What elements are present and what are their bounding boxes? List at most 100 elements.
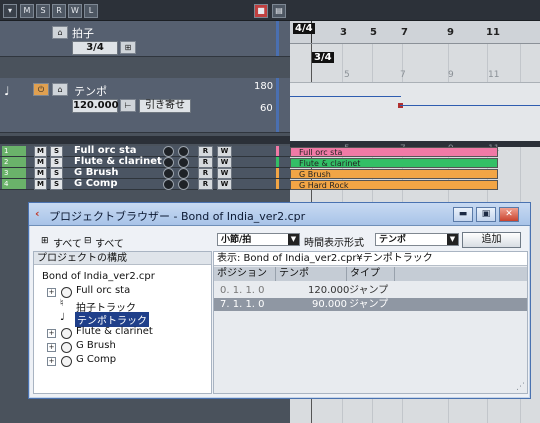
expand-icon[interactable]: +	[47, 329, 56, 338]
expand-all-icon[interactable]: ⊞	[41, 236, 49, 246]
power-icon[interactable]: ⏻	[33, 83, 49, 96]
track-select[interactable]: テンポ ▼	[375, 233, 459, 246]
solo-button[interactable]: S	[50, 179, 63, 190]
cell-tempo: 90.000	[312, 299, 347, 310]
track-select-value: テンポ	[379, 235, 407, 245]
column-header-position[interactable]: ポジション	[214, 267, 276, 281]
tree-item[interactable]: G Comp	[76, 354, 116, 365]
close-button[interactable]: ✕	[499, 207, 519, 222]
monitor-icon[interactable]	[163, 157, 174, 168]
monitor-icon[interactable]	[163, 168, 174, 179]
expand-icon[interactable]: +	[47, 343, 56, 352]
audio-track[interactable]: 3 M S G Brush R W	[0, 167, 290, 179]
record-icon[interactable]	[178, 157, 189, 168]
audio-track-icon	[61, 342, 72, 353]
lock-icon[interactable]: ⌂	[52, 26, 68, 39]
signature-track[interactable]: ⌂ 拍子 3/4 ⊞	[0, 21, 290, 57]
tempo-scale-min: 60	[260, 103, 273, 114]
clip-g-hard-rock[interactable]: G Hard Rock	[290, 180, 498, 190]
column-header-tempo[interactable]: テンポ	[276, 267, 347, 281]
signature-edit-icon[interactable]: ⊞	[120, 41, 136, 54]
read-button[interactable]: R	[198, 146, 213, 157]
audio-track[interactable]: 2 M S Flute & clarinet R W	[0, 156, 290, 168]
signature-event[interactable]: 3/4	[312, 52, 334, 63]
clip-flute[interactable]: Flute & clarinet	[290, 158, 498, 168]
grid-label: 5	[344, 70, 350, 80]
expand-icon[interactable]: +	[47, 357, 56, 366]
record-icon[interactable]	[178, 179, 189, 190]
write-button[interactable]: W	[217, 157, 232, 168]
color-icon[interactable]: ■	[254, 4, 268, 18]
write-button[interactable]: W	[217, 179, 232, 190]
maximize-button[interactable]: ▣	[476, 207, 496, 222]
monitor-icon[interactable]	[163, 146, 174, 157]
snap-button[interactable]: 引き寄せ	[139, 99, 191, 113]
collapse-all-label[interactable]: すべて	[95, 235, 124, 250]
tempo-line	[290, 96, 401, 97]
record-icon[interactable]	[178, 168, 189, 179]
tree-item[interactable]: Full orc sta	[76, 285, 130, 296]
tree-item-selected[interactable]: テンポトラック	[75, 312, 149, 327]
track-number: 3	[2, 168, 26, 178]
collapse-icon[interactable]: ▾	[3, 4, 17, 18]
cell-type: ジャンプ	[349, 299, 389, 310]
ruler[interactable]: 3 5 7 9 11 4/4	[290, 21, 540, 44]
signature-value[interactable]: 3/4	[72, 41, 118, 55]
signature-locator[interactable]: 4/4	[293, 23, 315, 34]
audio-track-icon	[61, 356, 72, 367]
mute-button[interactable]: M	[34, 157, 47, 168]
cell-type: ジャンプ	[349, 285, 389, 296]
audio-track[interactable]: 4 M S G Comp R W	[0, 178, 290, 190]
column-header-type[interactable]: タイプ	[347, 267, 395, 281]
unit-select-value: 小節/拍	[221, 235, 252, 245]
clip-g-brush[interactable]: G Brush	[290, 169, 498, 179]
table-row[interactable]: 0. 1. 1. 0 120.000 ジャンプ	[214, 284, 527, 297]
write-button[interactable]: W	[217, 168, 232, 179]
tree-item[interactable]: G Brush	[76, 340, 116, 351]
unit-select[interactable]: 小節/拍 ▼	[217, 233, 300, 246]
solo-all-button[interactable]: S	[36, 4, 50, 18]
cell-position: 0. 1. 1. 0	[220, 285, 265, 296]
tempo-ruler-icon[interactable]: ⊢	[120, 99, 136, 112]
mute-button[interactable]: M	[34, 168, 47, 179]
signature-track-name: 拍子	[72, 27, 94, 40]
resize-grip-icon[interactable]: ⋰	[516, 382, 525, 392]
record-icon[interactable]	[178, 146, 189, 157]
tempo-value[interactable]: 120.000	[72, 99, 119, 113]
ruler-tick: 3	[340, 27, 347, 38]
tempo-lane[interactable]	[290, 82, 540, 144]
minimize-button[interactable]: ▬	[453, 207, 473, 222]
settings-icon[interactable]: ▤	[272, 4, 286, 18]
tempo-track[interactable]: ♩ ⏻ ⌂ テンポ 120.000 ⊢ 引き寄せ 180 60	[0, 78, 290, 133]
expand-all-label[interactable]: すべて	[53, 235, 82, 250]
mute-all-button[interactable]: M	[20, 4, 34, 18]
mute-button[interactable]: M	[34, 146, 47, 157]
event-list: 表示: Bond of India_ver2.cpr¥テンポトラック ポジション…	[213, 251, 528, 394]
write-all-button[interactable]: W	[68, 4, 82, 18]
dialog-title-bar[interactable]: ‹ プロジェクトブラウザー - Bond of India_ver2.cpr ▬…	[29, 203, 530, 226]
app-icon: ‹	[35, 207, 40, 220]
track-number: 1	[2, 146, 26, 156]
read-all-button[interactable]: R	[52, 4, 66, 18]
table-row-selected[interactable]: 7. 1. 1. 0 90.000 ジャンプ	[214, 298, 527, 311]
lock-button[interactable]: L	[84, 4, 98, 18]
clip-full-orc[interactable]: Full orc sta	[290, 147, 498, 157]
solo-button[interactable]: S	[50, 168, 63, 179]
collapse-all-icon[interactable]: ⊟	[84, 236, 92, 246]
tree-item[interactable]: Flute & clarinet	[76, 326, 153, 337]
write-button[interactable]: W	[217, 146, 232, 157]
time-display-label: 時間表示形式	[304, 238, 364, 249]
add-button[interactable]: 追加	[462, 232, 521, 248]
mute-button[interactable]: M	[34, 179, 47, 190]
tempo-line	[400, 105, 540, 106]
read-button[interactable]: R	[198, 168, 213, 179]
read-button[interactable]: R	[198, 179, 213, 190]
solo-button[interactable]: S	[50, 146, 63, 157]
project-name[interactable]: Bond of India_ver2.cpr	[42, 271, 155, 282]
solo-button[interactable]: S	[50, 157, 63, 168]
lock-icon[interactable]: ⌂	[52, 83, 68, 96]
expand-icon[interactable]: +	[47, 288, 56, 297]
monitor-icon[interactable]	[163, 179, 174, 190]
read-button[interactable]: R	[198, 157, 213, 168]
audio-track-icon	[61, 287, 72, 298]
